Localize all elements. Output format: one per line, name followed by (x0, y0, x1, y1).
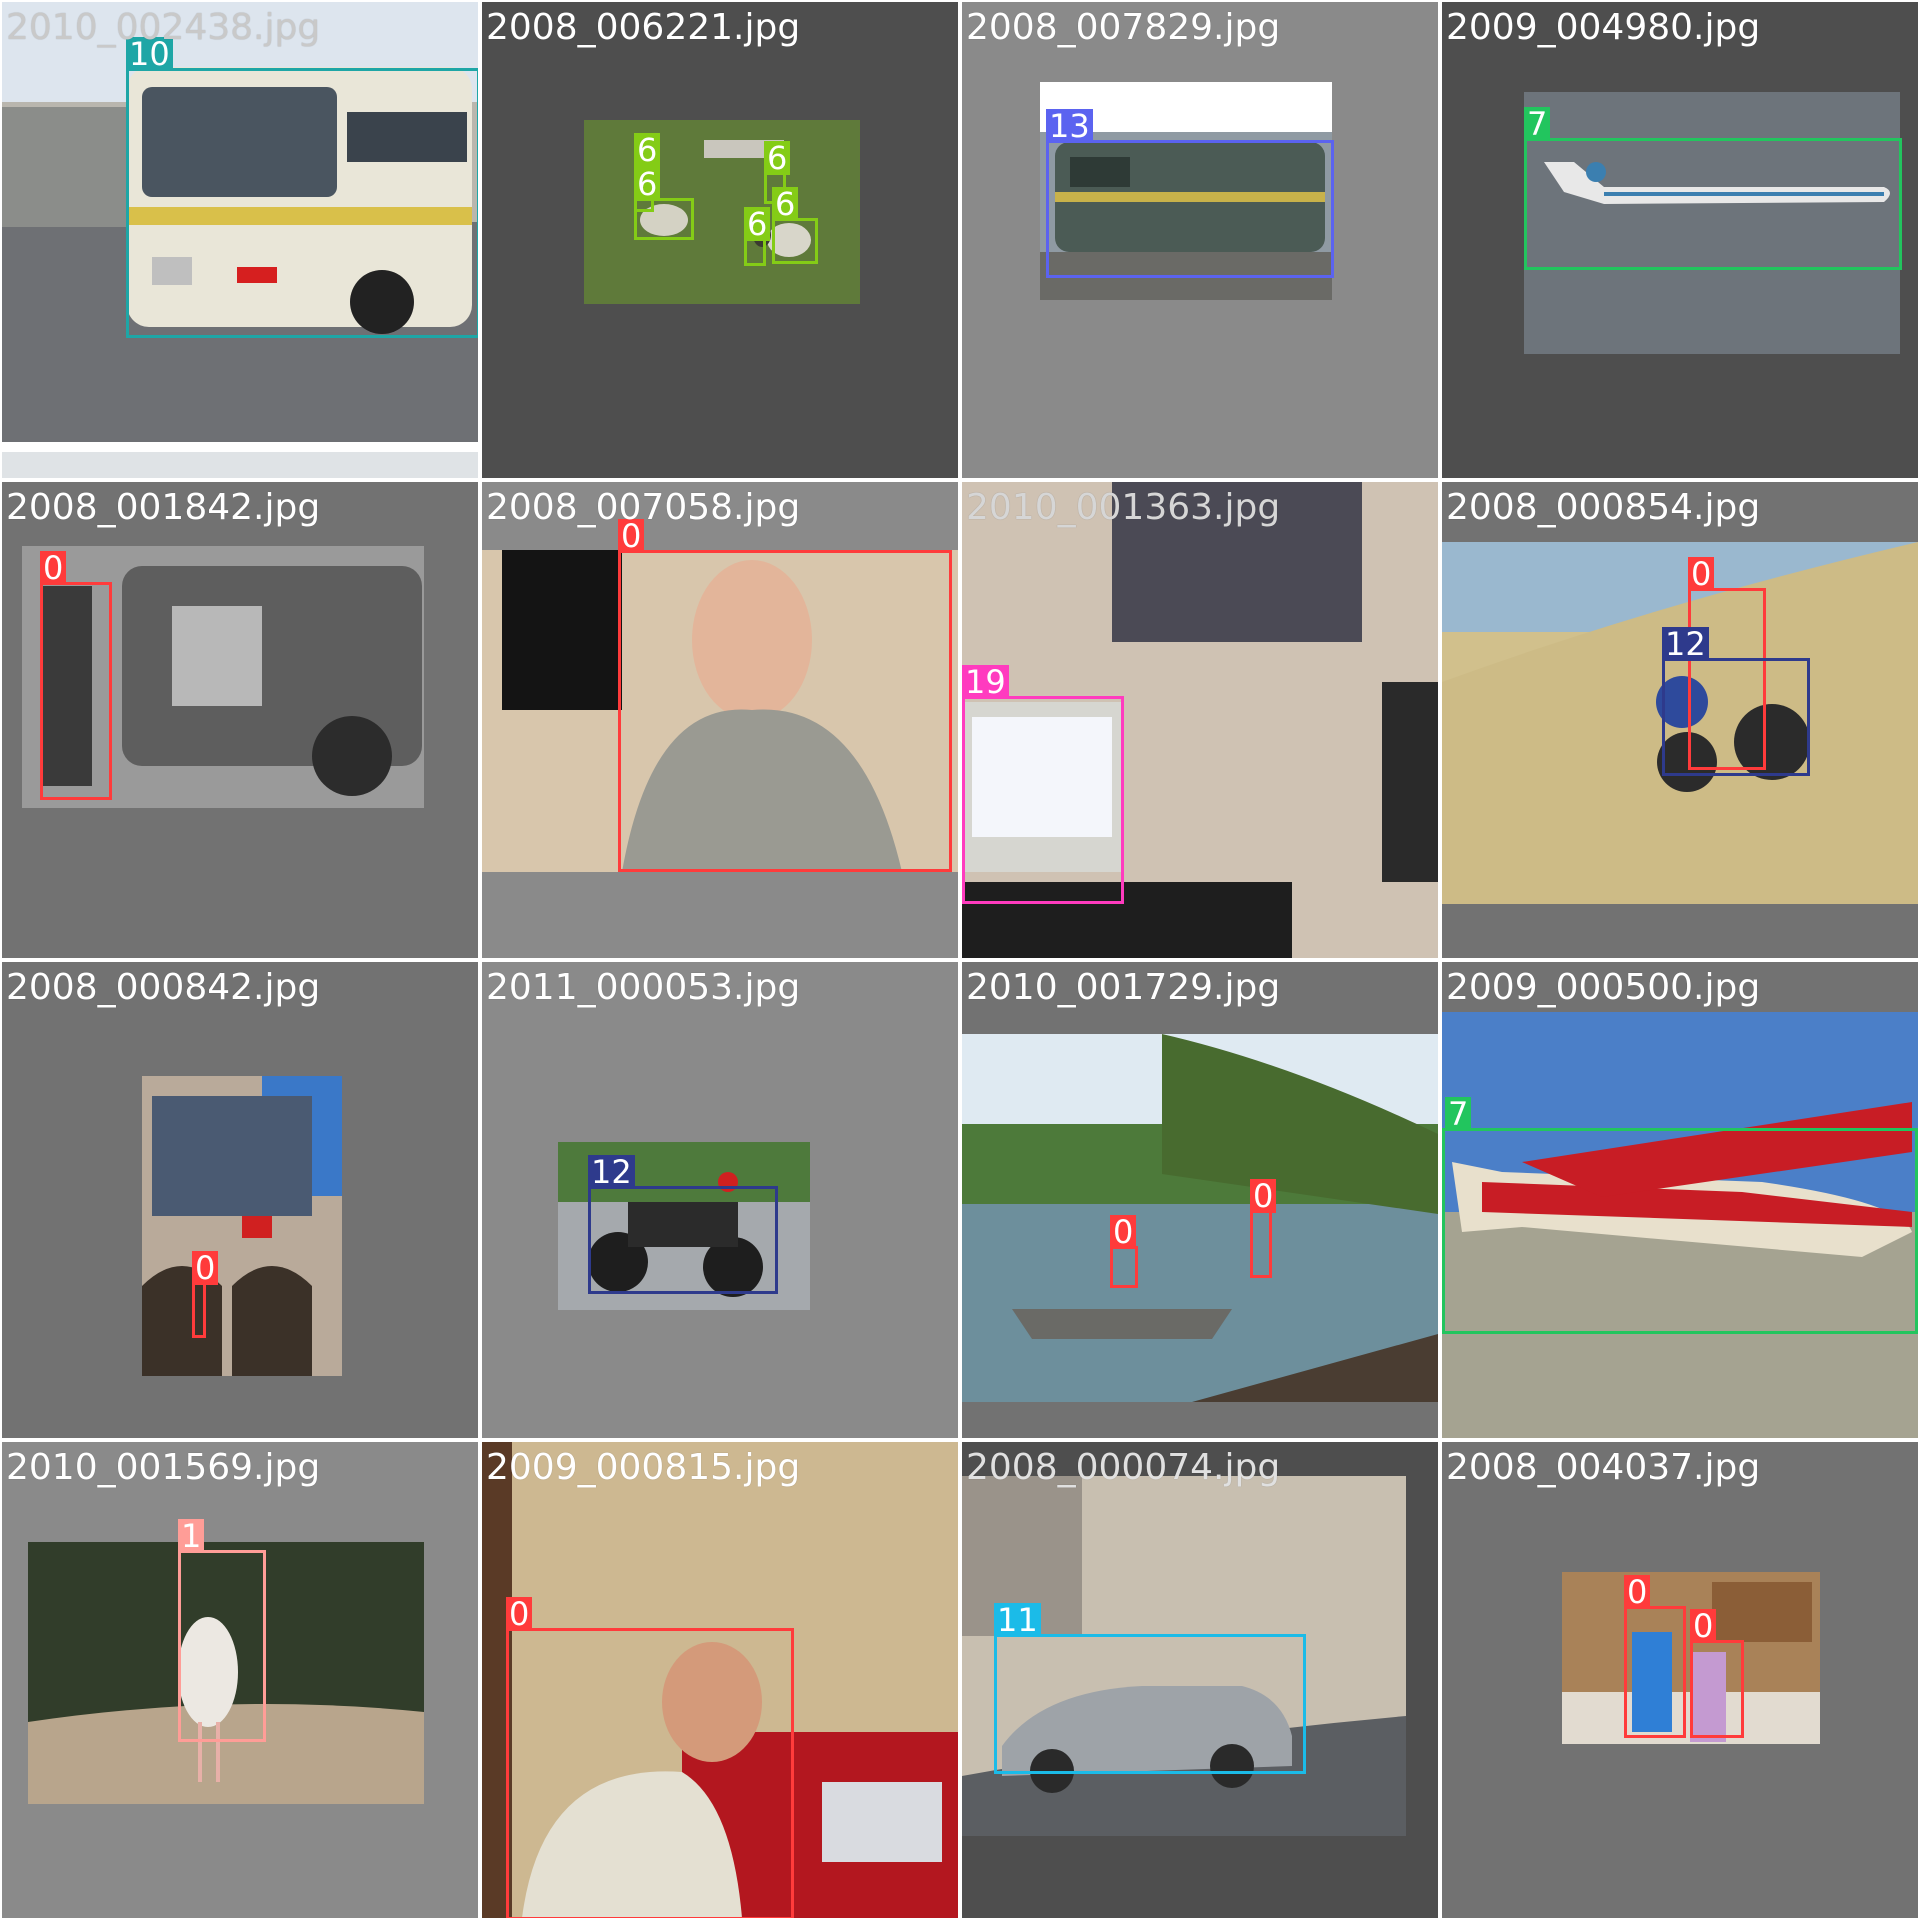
detection-box: 0 (618, 519, 952, 872)
filename-label: 2009_004980.jpg (1446, 7, 1761, 48)
detection-box: 0 (1110, 1215, 1138, 1288)
class-tag: 11 (994, 1603, 1041, 1637)
tile-15: 2008_000074.jpg 11 (962, 1442, 1438, 1918)
tile-9: 2008_000842.jpg 0 (2, 962, 478, 1438)
detection-box: 0 (506, 1597, 794, 1918)
filename-label: 2008_007829.jpg (966, 7, 1281, 48)
filename-label: 2011_000053.jpg (486, 967, 801, 1008)
detection-box: 6 (744, 207, 771, 266)
filename-label: 2010_001729.jpg (966, 967, 1281, 1008)
tile-6: 2008_007058.jpg 0 (482, 482, 958, 958)
detection-box: 13 (1046, 109, 1334, 278)
detection-box: 6 (634, 167, 694, 240)
detection-box: 7 (1524, 107, 1902, 270)
class-tag: 6 (764, 141, 791, 175)
class-tag: 6 (772, 187, 799, 221)
detection-box: 7 (1442, 1097, 1918, 1334)
filename-label: 2010_002438.jpg (6, 7, 321, 48)
tile-2: 2008_006221.jpg 6 6 6 6 6 (482, 2, 958, 478)
tile-12: 2009_000500.jpg 7 (1442, 962, 1918, 1438)
class-tag: 7 (1445, 1097, 1472, 1131)
detection-box: 11 (994, 1603, 1306, 1774)
class-tag: 6 (634, 167, 661, 201)
tile-11: 2010_001729.jpg 0 0 (962, 962, 1438, 1438)
photo-sheep (584, 120, 860, 304)
filename-label: 2009_000500.jpg (1446, 967, 1761, 1008)
class-tag: 12 (588, 1155, 635, 1189)
detection-box: 0 (1690, 1609, 1744, 1738)
class-tag: 0 (1690, 1609, 1717, 1643)
tile-4: 2009_004980.jpg 7 (1442, 2, 1918, 478)
detection-box: 6 (772, 187, 818, 264)
class-tag: 13 (1046, 109, 1093, 143)
tile-5: 2008_001842.jpg 0 (2, 482, 478, 958)
detection-box: 0 (40, 551, 112, 800)
tile-10: 2011_000053.jpg 12 (482, 962, 958, 1438)
class-tag: 0 (1624, 1575, 1651, 1609)
filename-label: 2008_000842.jpg (6, 967, 321, 1008)
class-tag: 6 (634, 133, 661, 167)
detection-box: 0 (192, 1251, 219, 1338)
detection-box: 0 (1624, 1575, 1686, 1738)
filename-label: 2008_000854.jpg (1446, 487, 1761, 528)
detection-box: 10 (126, 37, 478, 338)
class-tag: 6 (744, 207, 771, 241)
class-tag: 0 (1110, 1215, 1137, 1249)
detection-mosaic: 2010_002438.jpg 10 2008_006221.jpg 6 6 6… (0, 0, 1920, 1920)
detection-box: 12 (1662, 627, 1810, 776)
class-tag: 0 (1688, 557, 1715, 591)
class-tag: 7 (1524, 107, 1551, 141)
detection-box: 19 (962, 665, 1124, 904)
class-tag: 0 (1250, 1179, 1277, 1213)
station-scene (142, 1076, 342, 1376)
detection-box: 0 (1250, 1179, 1277, 1278)
tile-3: 2008_007829.jpg 13 (962, 2, 1438, 478)
tile-1: 2010_002438.jpg 10 (2, 2, 478, 478)
class-tag: 0 (40, 551, 67, 585)
filename-label: 2010_001569.jpg (6, 1447, 321, 1488)
filename-label: 2008_000074.jpg (966, 1447, 1281, 1488)
sheep-field (584, 120, 860, 304)
detection-box: 12 (588, 1155, 778, 1294)
detection-box: 1 (178, 1519, 266, 1742)
filename-label: 2008_004037.jpg (1446, 1447, 1761, 1488)
photo-station (142, 1076, 342, 1376)
filename-label: 2008_007058.jpg (486, 487, 801, 528)
class-tag: 0 (506, 1597, 533, 1631)
filename-label: 2010_001363.jpg (966, 487, 1281, 528)
filename-label: 2008_001842.jpg (6, 487, 321, 528)
tile-16: 2008_004037.jpg 0 0 (1442, 1442, 1918, 1918)
class-tag: 1 (178, 1519, 205, 1553)
tile-14: 2009_000815.jpg 0 (482, 1442, 958, 1918)
filename-label: 2009_000815.jpg (486, 1447, 801, 1488)
class-tag: 12 (1662, 627, 1709, 661)
tile-7: 2010_001363.jpg 19 (962, 482, 1438, 958)
tile-8: 2008_000854.jpg 0 12 (1442, 482, 1918, 958)
photo-lake (962, 1034, 1438, 1402)
filename-label: 2008_006221.jpg (486, 7, 801, 48)
class-tag: 19 (962, 665, 1009, 699)
class-tag: 0 (192, 1251, 219, 1285)
lake-scene (962, 1034, 1438, 1402)
tile-13: 2010_001569.jpg 1 (2, 1442, 478, 1918)
